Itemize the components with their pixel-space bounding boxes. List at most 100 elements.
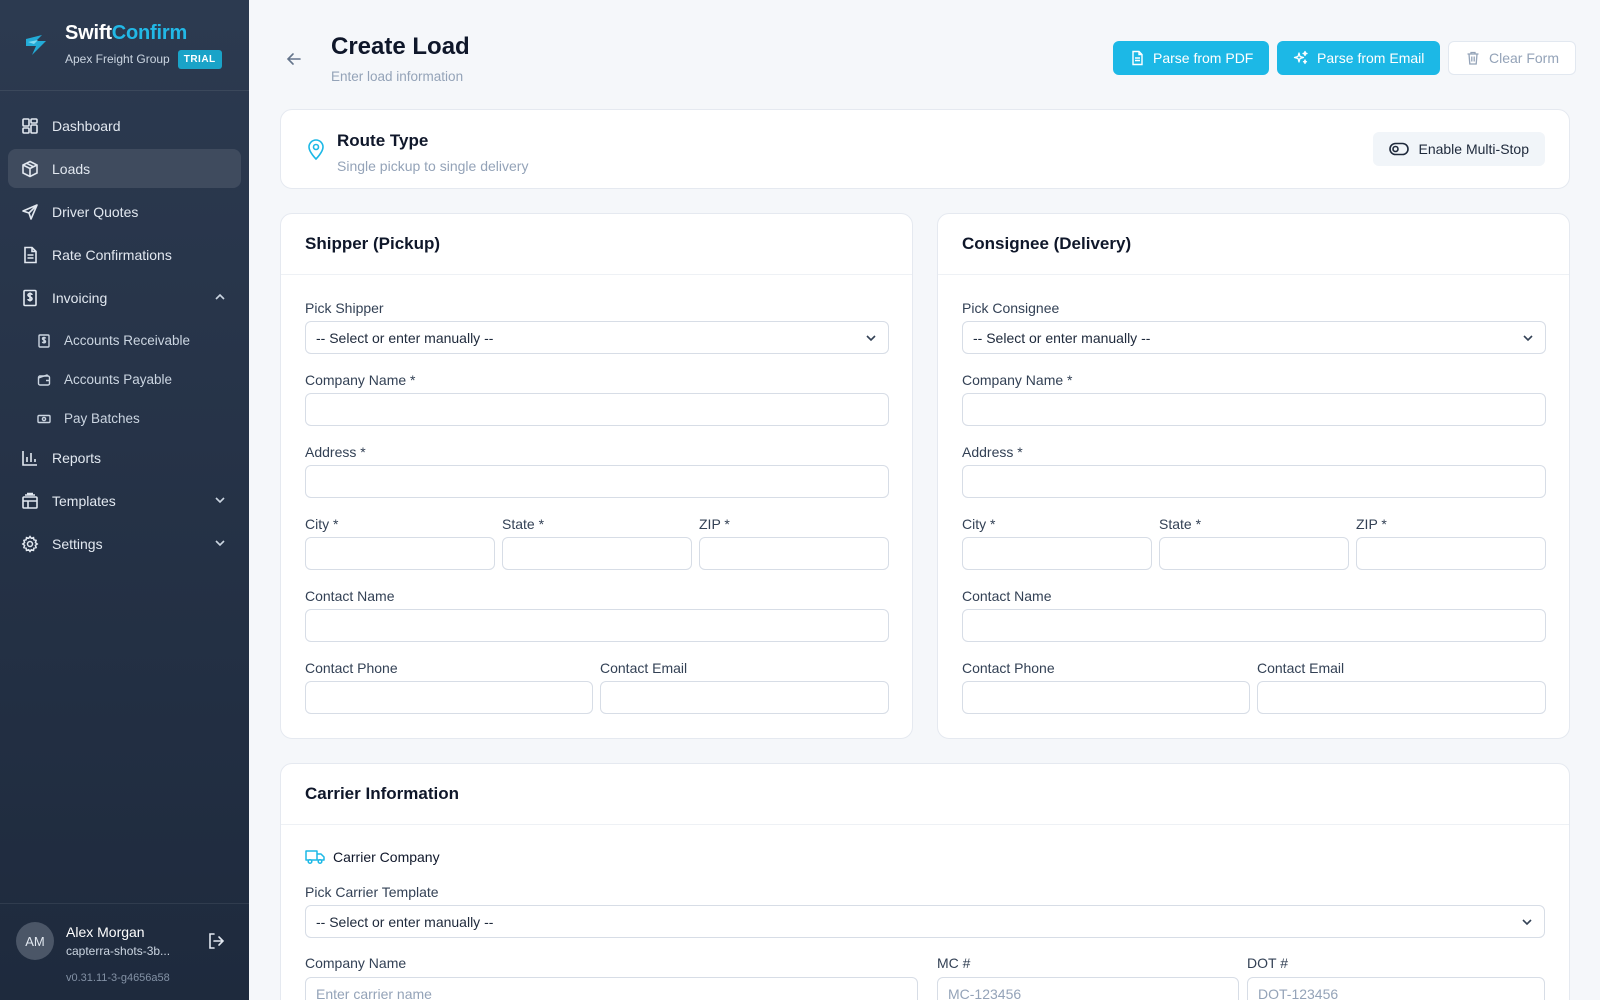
chevron-up-icon [215,293,225,300]
state-label: State * [502,516,545,532]
parse-email-button[interactable]: Parse from Email [1277,41,1441,75]
chevron-down-icon [1523,334,1533,341]
sidebar-item-driver-quotes[interactable]: Driver Quotes [8,192,241,231]
sidebar-item-reports[interactable]: Reports [8,438,241,477]
send-icon [20,202,40,222]
route-type-subtitle: Single pickup to single delivery [337,158,529,174]
bar-chart-icon [20,448,40,468]
enable-multi-stop-button[interactable]: Enable Multi-Stop [1373,132,1545,166]
shipper-city-input[interactable] [305,537,495,570]
consignee-contact-phone-input[interactable] [962,681,1250,714]
page-title: Create Load [331,33,470,60]
sidebar-item-label: Driver Quotes [52,203,139,220]
shipper-contact-phone-input[interactable] [305,681,593,714]
carrier-card-title: Carrier Information [281,764,1569,825]
parse-pdf-button[interactable]: Parse from PDF [1113,41,1270,75]
zip-label: ZIP * [699,516,730,532]
shipper-contact-name-input[interactable] [305,609,889,642]
truck-icon [305,848,325,866]
sparkles-icon [1293,50,1309,66]
shipper-zip-input[interactable] [699,537,889,570]
sidebar-item-dashboard[interactable]: Dashboard [8,106,241,145]
shipper-address-input[interactable] [305,465,889,498]
consignee-contact-email-input[interactable] [1257,681,1546,714]
parse-email-label: Parse from Email [1317,50,1425,66]
sidebar-item-label: Pay Batches [64,411,140,426]
file-icon [1129,50,1145,66]
consignee-company-input[interactable] [962,393,1546,426]
contact-email-label: Contact Email [1257,660,1345,676]
sidebar-item-pay-batches[interactable]: Pay Batches [8,399,241,438]
sidebar-item-templates[interactable]: Templates [8,481,241,520]
address-label: Address * [962,444,1023,460]
sidebar-item-accounts-payable[interactable]: Accounts Payable [8,360,241,399]
wallet-icon [36,372,52,388]
shipper-state-input[interactable] [502,537,692,570]
contact-phone-label: Contact Phone [962,660,1055,676]
state-label: State * [1159,516,1202,532]
main-content: Create Load Enter load information Parse… [249,0,1600,1000]
pick-consignee-label: Pick Consignee [962,300,1060,316]
page-subtitle: Enter load information [331,69,464,84]
sidebar-item-invoicing[interactable]: Invoicing [8,278,241,317]
contact-email-label: Contact Email [600,660,688,676]
dot-number-input[interactable] [1247,977,1545,1000]
chevron-down-icon [1522,918,1532,925]
clear-form-button[interactable]: Clear Form [1448,41,1577,75]
sidebar-item-label: Rate Confirmations [52,246,172,263]
sidebar-item-accounts-receivable[interactable]: Accounts Receivable [8,321,241,360]
gear-icon [20,534,40,554]
carrier-company-label: Carrier Company [333,849,440,865]
company-name-label: Company Name * [962,372,1073,388]
contact-name-label: Contact Name [962,588,1052,604]
trash-icon [1465,50,1481,66]
sidebar: SwiftConfirm Apex Freight Group TRIAL Da… [0,0,249,1000]
mc-number-input[interactable] [937,977,1239,1000]
sidebar-item-settings[interactable]: Settings [8,524,241,563]
pick-shipper-select[interactable]: -- Select or enter manually -- [305,321,889,354]
consignee-card: Consignee (Delivery) Pick Consignee -- S… [937,213,1570,739]
contact-phone-label: Contact Phone [305,660,398,676]
grid-icon [20,116,40,136]
banknote-icon [36,411,52,427]
consignee-contact-name-input[interactable] [962,609,1546,642]
chevron-down-icon [215,540,225,547]
pick-carrier-template-select[interactable]: -- Select or enter manually -- [305,905,1545,938]
consignee-city-input[interactable] [962,537,1152,570]
carrier-company-name-label: Company Name [305,955,407,971]
back-arrow-icon[interactable] [285,50,303,68]
consignee-state-input[interactable] [1159,537,1349,570]
user-account: capterra-shots-3b... [66,944,171,958]
pick-consignee-select[interactable]: -- Select or enter manually -- [962,321,1546,354]
company-name-label: Company Name * [305,372,416,388]
avatar[interactable]: AM [16,922,54,960]
sidebar-item-label: Accounts Payable [64,372,173,387]
shipper-contact-email-input[interactable] [600,681,889,714]
sidebar-item-label: Accounts Receivable [64,333,191,348]
pick-shipper-label: Pick Shipper [305,300,384,316]
chevron-down-icon [215,497,225,504]
sidebar-item-loads[interactable]: Loads [8,149,241,188]
sidebar-item-label: Dashboard [52,117,121,134]
carrier-company-input[interactable] [305,977,918,1000]
invoice-icon [20,288,40,308]
carrier-card: Carrier Information Carrier Company Pick… [280,763,1570,1000]
carrier-company-section: Carrier Company [305,848,440,866]
sidebar-item-rate-confirmations[interactable]: Rate Confirmations [8,235,241,274]
pick-carrier-template-label: Pick Carrier Template [305,884,439,900]
logout-icon[interactable] [206,931,226,951]
box-icon [20,159,40,179]
contact-name-label: Contact Name [305,588,395,604]
consignee-address-input[interactable] [962,465,1546,498]
route-type-card: Route Type Single pickup to single deliv… [280,109,1570,189]
document-icon [20,245,40,265]
shipper-company-input[interactable] [305,393,889,426]
mc-number-label: MC # [937,955,971,971]
map-pin-icon [308,139,324,161]
consignee-zip-input[interactable] [1356,537,1546,570]
sidebar-item-label: Templates [52,492,116,509]
sidebar-item-label: Loads [52,160,91,177]
city-label: City * [305,516,339,532]
sidebar-nav: Dashboard Loads Driver Quotes Rate Confi… [0,91,249,582]
parse-pdf-label: Parse from PDF [1153,50,1254,66]
